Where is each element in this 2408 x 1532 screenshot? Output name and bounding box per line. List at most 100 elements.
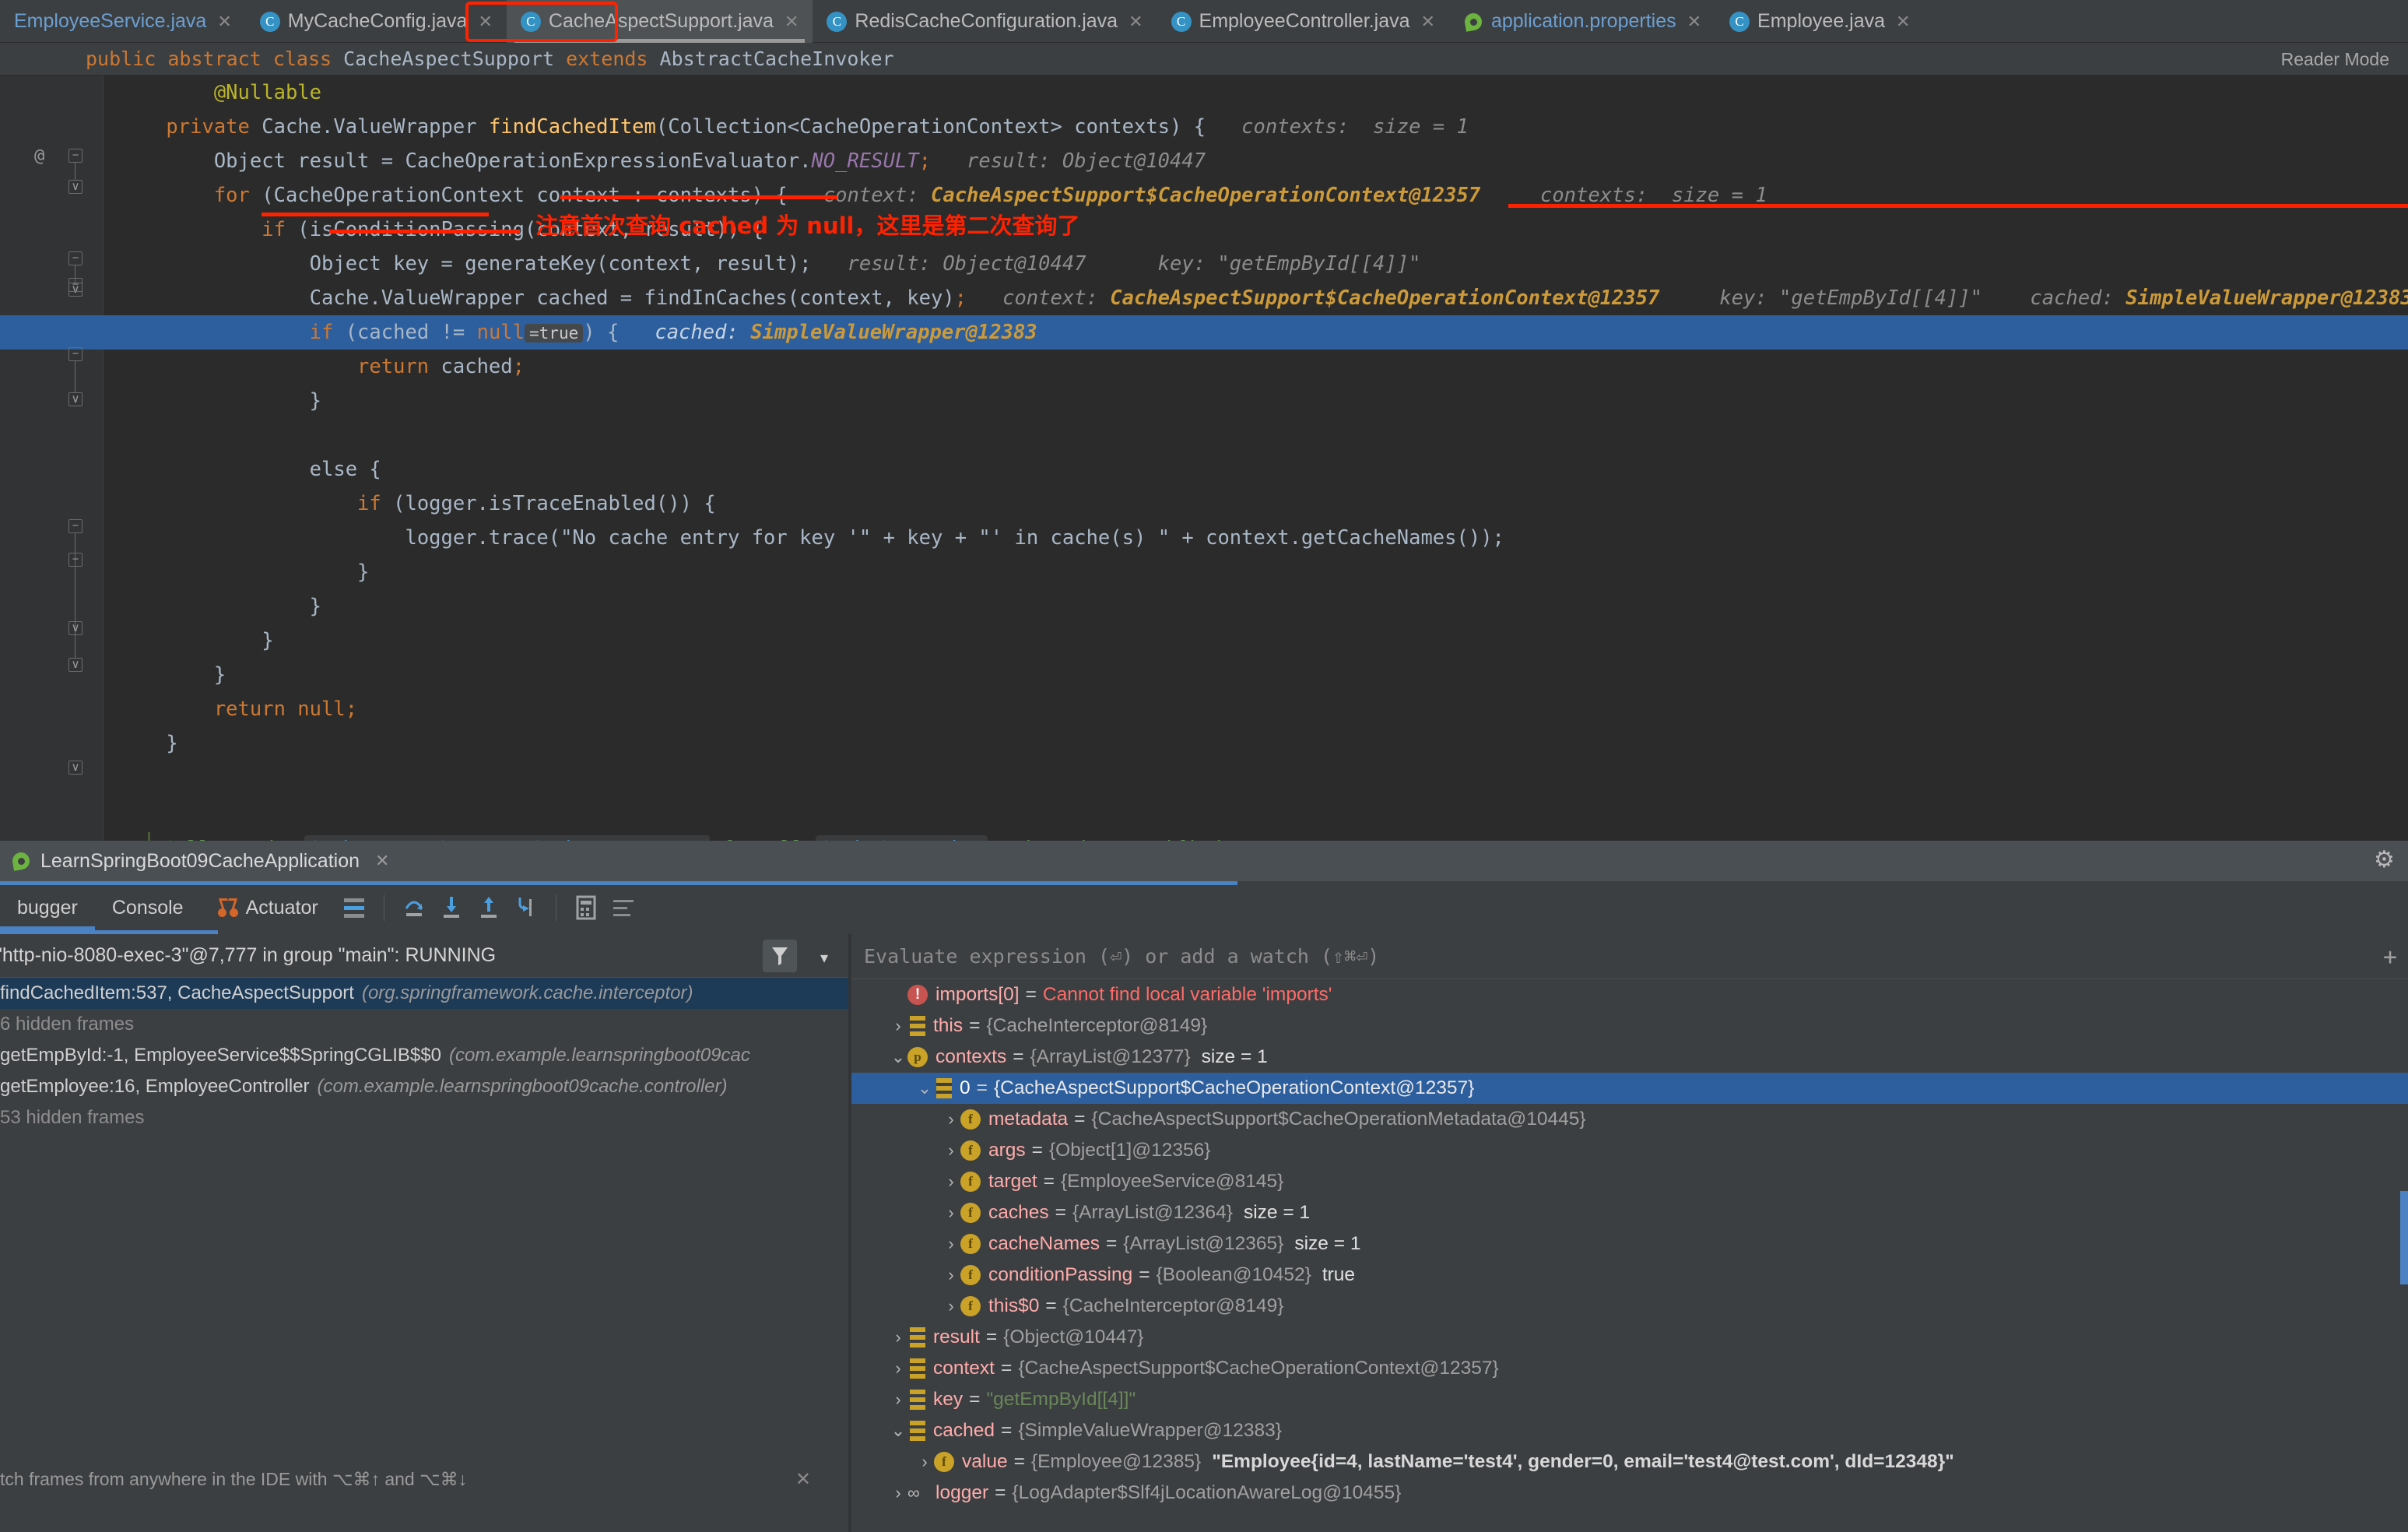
fold-marker-d-end[interactable]: ∨ xyxy=(68,658,82,672)
code-line[interactable]: return null; xyxy=(0,692,2408,726)
code-line[interactable]: } xyxy=(0,658,2408,692)
expand-arrow-icon[interactable]: › xyxy=(889,1016,907,1036)
fold-marker-method-end[interactable]: ∨ xyxy=(68,180,82,194)
close-icon[interactable]: ✕ xyxy=(478,12,492,32)
editor-tab-0[interactable]: EmployeeService.java ✕ xyxy=(0,0,246,43)
frame-row[interactable]: 53 hidden frames xyxy=(0,1102,848,1133)
expand-arrow-icon[interactable]: › xyxy=(942,1234,960,1254)
expand-arrow-icon[interactable]: › xyxy=(942,1296,960,1316)
tab-debugger[interactable]: bugger xyxy=(0,885,95,930)
close-icon[interactable]: ✕ xyxy=(375,851,389,871)
code-lines[interactable]: @Nullable private Cache.ValueWrapper fin… xyxy=(0,76,2408,841)
chevron-down-icon[interactable]: ▾ xyxy=(820,948,828,968)
variable-row[interactable]: ! imports[0] = Cannot find local variable '… xyxy=(851,979,2408,1010)
variable-row[interactable]: › ∞ logger = {LogAdapter$Slf4jLocationAwareL… xyxy=(851,1478,2408,1509)
expand-arrow-icon[interactable]: › xyxy=(942,1265,960,1285)
variable-row[interactable]: › f value = {Employee@12385} "Employee{id=4, … xyxy=(851,1446,2408,1478)
expand-arrow-icon[interactable]: › xyxy=(942,1109,960,1130)
code-line[interactable] xyxy=(0,418,2408,452)
fold-marker-for[interactable]: − xyxy=(68,251,82,265)
reader-mode-button[interactable]: Reader Mode xyxy=(2281,49,2389,70)
fold-marker-e-end[interactable]: ∨ xyxy=(68,621,82,635)
expand-arrow-icon[interactable]: › xyxy=(889,1483,907,1503)
expand-arrow-icon[interactable]: › xyxy=(942,1203,960,1223)
expand-arrow-icon[interactable]: › xyxy=(915,1452,934,1472)
fold-marker-c[interactable]: − xyxy=(68,347,82,361)
variable-row[interactable]: › this = {CacheInterceptor@8149} xyxy=(851,1010,2408,1042)
scrollbar-thumb[interactable] xyxy=(2400,1191,2408,1284)
code-line[interactable]: logger.trace("No cache entry for key '" … xyxy=(0,521,2408,555)
code-line[interactable]: if (cached != null =true) { cached: Simpl… xyxy=(0,315,2408,350)
expand-arrow-icon[interactable]: ⌄ xyxy=(889,1421,907,1441)
code-line[interactable]: Cache.ValueWrapper cached = findInCaches… xyxy=(0,281,2408,315)
expand-arrow-icon[interactable]: › xyxy=(942,1172,960,1192)
editor-tab-1[interactable]: C MyCacheConfig.java ✕ xyxy=(246,0,507,43)
frame-row[interactable]: getEmpById:-1, EmployeeService$$SpringCG… xyxy=(0,1040,848,1071)
editor-tab-3[interactable]: C RedisCacheConfiguration.java ✕ xyxy=(813,0,1157,43)
frame-row[interactable]: 6 hidden frames xyxy=(0,1009,848,1040)
close-icon[interactable]: ✕ xyxy=(795,1468,811,1491)
code-line[interactable]: } xyxy=(0,624,2408,658)
variable-row[interactable]: › f target = {EmployeeService@8145} xyxy=(851,1166,2408,1197)
expand-arrow-icon[interactable]: › xyxy=(942,1140,960,1161)
close-icon[interactable]: ✕ xyxy=(1896,12,1910,32)
variable-row[interactable]: ⌄ cached = {SimpleValueWrapper@12383} xyxy=(851,1415,2408,1446)
tab-actuator[interactable]: Actuator xyxy=(201,885,335,930)
gear-icon[interactable] xyxy=(2374,849,2396,871)
editor-tab-5[interactable]: application.properties ✕ xyxy=(1449,0,1715,43)
variable-row[interactable]: › f caches = {ArrayList@12364} size = 1 xyxy=(851,1197,2408,1228)
fold-marker-method[interactable]: − xyxy=(68,149,82,163)
variable-row[interactable]: › f metadata = {CacheAspectSupport$CacheOper… xyxy=(851,1104,2408,1135)
frames-list[interactable]: findCachedItem:537, CacheAspectSupport (o… xyxy=(0,978,848,1133)
variable-row[interactable]: › key = "getEmpById[[4]]" xyxy=(851,1384,2408,1415)
fold-marker-e[interactable]: − xyxy=(68,553,82,567)
variable-row[interactable]: › f this$0 = {CacheInterceptor@8149} xyxy=(851,1291,2408,1322)
layout-settings-icon[interactable] xyxy=(605,889,642,926)
variable-row[interactable]: › f args = {Object[1]@12356} xyxy=(851,1135,2408,1166)
variable-row[interactable]: › result = {Object@10447} xyxy=(851,1322,2408,1353)
code-line[interactable]: else { xyxy=(0,452,2408,487)
close-icon[interactable]: ✕ xyxy=(217,12,231,32)
code-line[interactable]: private Cache.ValueWrapper findCachedIte… xyxy=(0,110,2408,144)
step-out-icon[interactable] xyxy=(470,889,507,926)
evaluate-expression-icon[interactable] xyxy=(567,889,605,926)
add-watch-icon[interactable]: + xyxy=(2383,943,2397,971)
expand-arrow-icon[interactable]: › xyxy=(889,1358,907,1379)
code-line[interactable]: } xyxy=(0,589,2408,624)
close-icon[interactable]: ✕ xyxy=(1129,12,1143,32)
frame-row[interactable]: getEmployee:16, EmployeeController (com.e… xyxy=(0,1071,848,1102)
fold-marker-d[interactable]: − xyxy=(68,519,82,533)
fold-marker-c-end[interactable]: ∨ xyxy=(68,392,82,406)
step-over-icon[interactable] xyxy=(395,889,433,926)
variable-row[interactable]: › context = {CacheAspectSupport$CacheOperat… xyxy=(851,1353,2408,1384)
editor-tab-2[interactable]: C CacheAspectSupport.java ✕ xyxy=(506,0,813,43)
step-into-icon[interactable] xyxy=(433,889,470,926)
code-line[interactable]: @Nullable xyxy=(0,76,2408,110)
fold-marker-f[interactable]: ∨ xyxy=(68,761,82,775)
code-line[interactable]: } xyxy=(0,726,2408,761)
variable-row[interactable]: › f cacheNames = {ArrayList@12365} size = 1 xyxy=(851,1228,2408,1260)
code-line[interactable]: return cached; xyxy=(0,350,2408,384)
expand-arrow-icon[interactable]: › xyxy=(889,1327,907,1348)
expand-arrow-icon[interactable]: ⌄ xyxy=(889,1047,907,1067)
close-icon[interactable]: ✕ xyxy=(1687,12,1701,32)
frame-row[interactable]: findCachedItem:537, CacheAspectSupport (o… xyxy=(0,978,848,1009)
close-icon[interactable]: ✕ xyxy=(1421,12,1435,32)
code-line[interactable]: if (logger.isTraceEnabled()) { xyxy=(0,487,2408,521)
variable-row[interactable]: ⌄ 0 = {CacheAspectSupport$CacheOperationCon… xyxy=(851,1073,2408,1104)
code-line[interactable]: Object key = generateKey(context, result… xyxy=(0,247,2408,281)
variable-row[interactable]: › f conditionPassing = {Boolean@10452} true xyxy=(851,1260,2408,1291)
variables-tree[interactable]: ! imports[0] = Cannot find local variable '… xyxy=(851,979,2408,1509)
code-line[interactable]: Object result = CacheOperationExpression… xyxy=(0,144,2408,178)
thread-selector[interactable]: "http-nio-8080-exec-3"@7,777 in group "m… xyxy=(0,934,848,978)
force-step-into-icon[interactable] xyxy=(507,889,545,926)
code-line[interactable]: } xyxy=(0,384,2408,418)
tab-console[interactable]: Console xyxy=(95,885,201,930)
expand-arrow-icon[interactable]: › xyxy=(889,1390,907,1410)
expand-arrow-icon[interactable]: ⌄ xyxy=(915,1078,934,1098)
fold-marker-b[interactable]: − xyxy=(68,278,82,292)
evaluate-expression-field[interactable]: Evaluate expression (⏎) or add a watch (… xyxy=(851,934,2408,979)
editor-tab-6[interactable]: C Employee.java ✕ xyxy=(1715,0,1924,43)
show-execution-point-icon[interactable] xyxy=(335,889,373,926)
variable-row[interactable]: ⌄ p contexts = {ArrayList@12377} size = 1 xyxy=(851,1042,2408,1073)
